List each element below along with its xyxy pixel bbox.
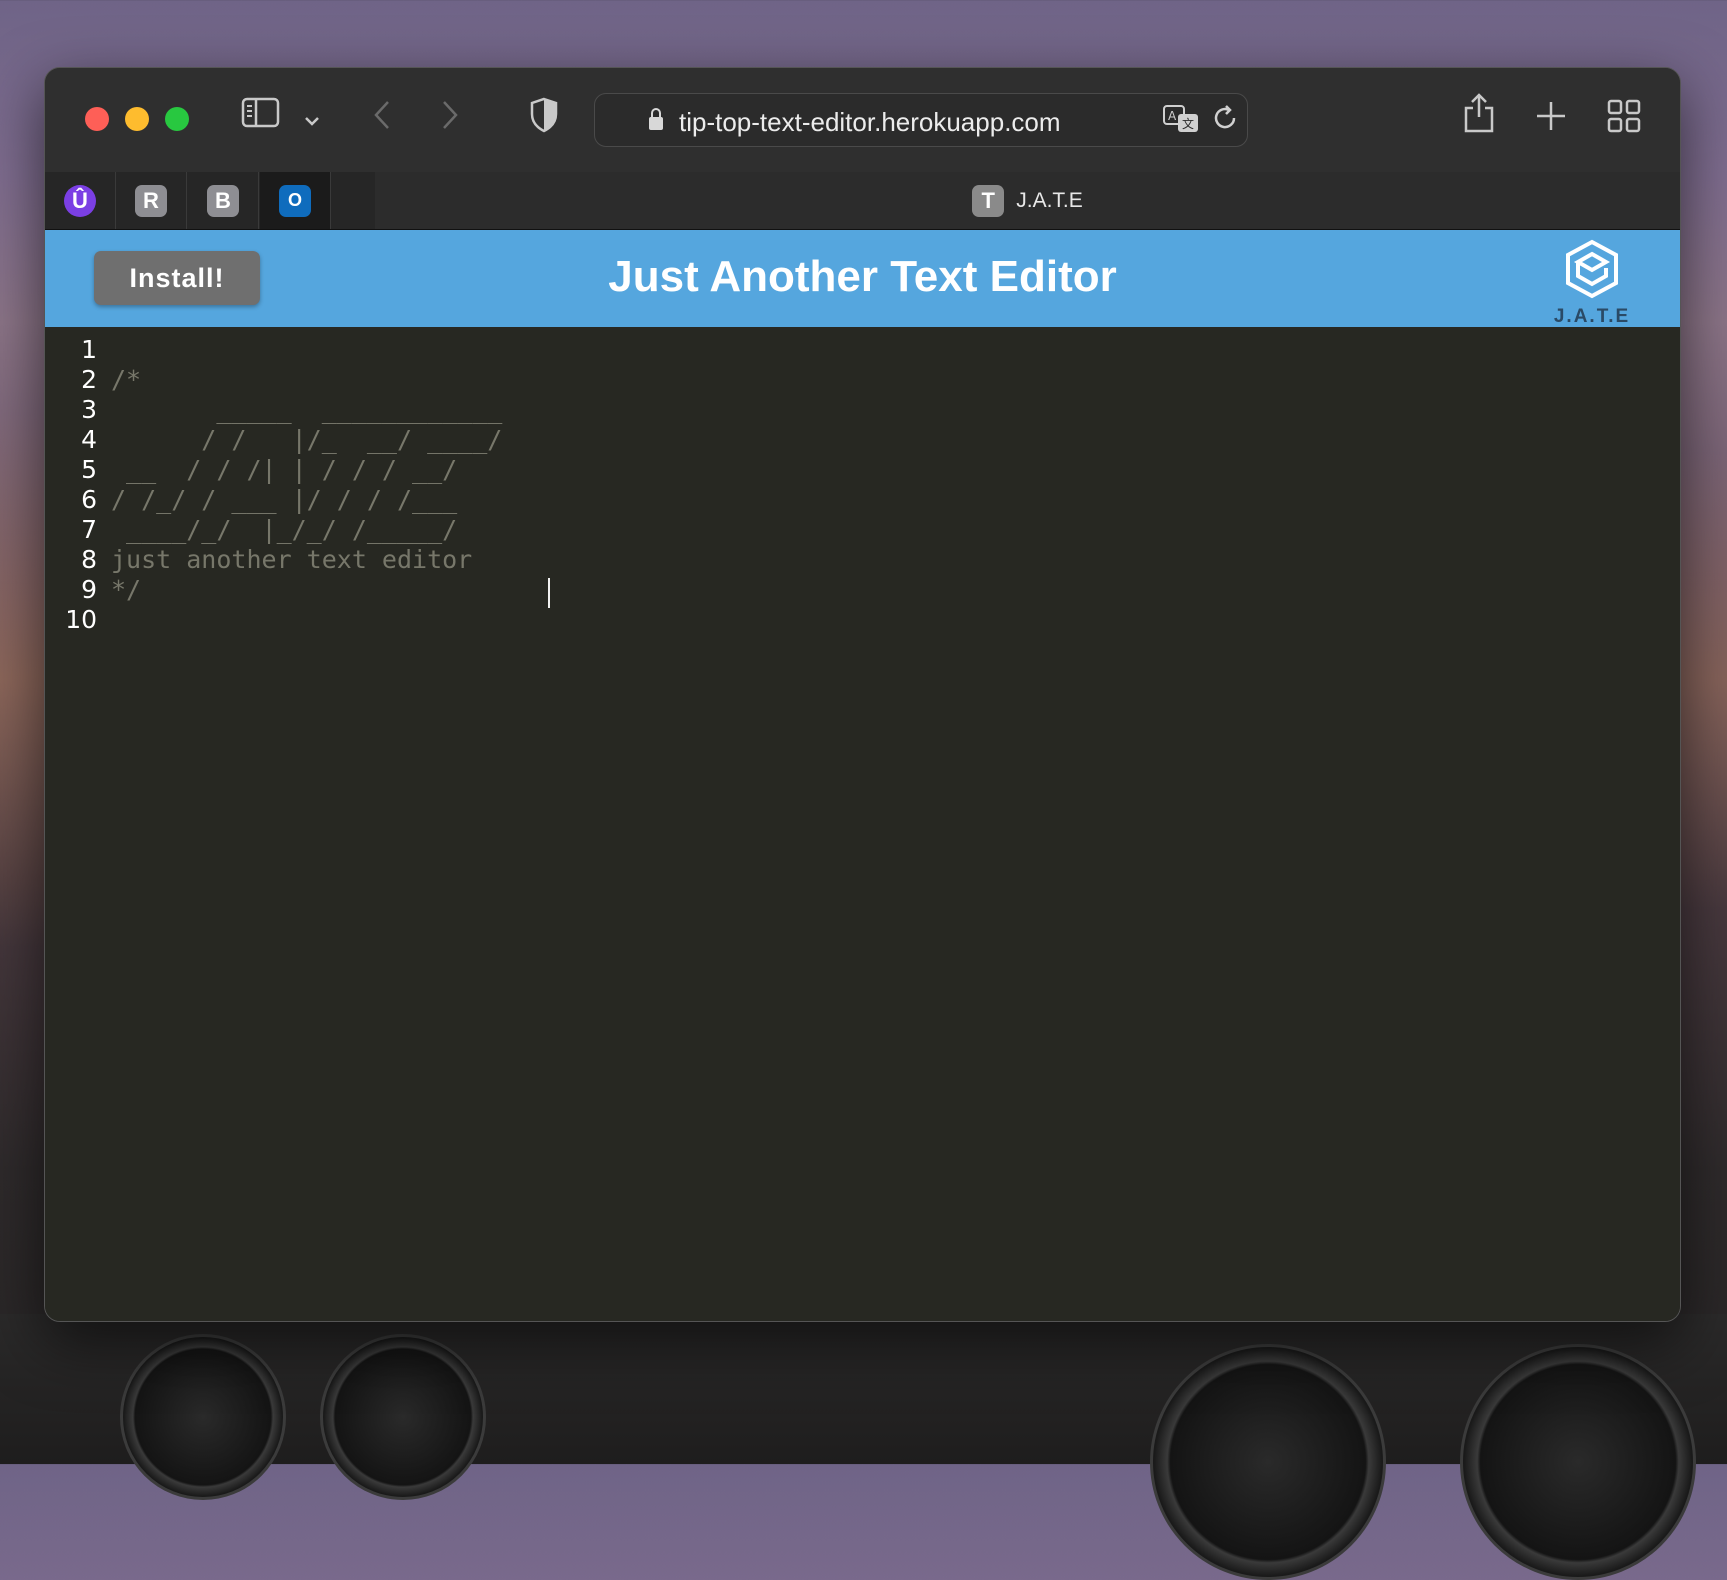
app-header: Install! Just Another Text Editor J.A.T.… bbox=[45, 230, 1680, 327]
line-code: ____/_/ |_/_/ /_____/ bbox=[111, 515, 458, 544]
line-code: / / |/_ __/ ____/ bbox=[111, 425, 503, 454]
gauge-decoration bbox=[120, 1334, 286, 1500]
line-number: 7 bbox=[81, 515, 97, 544]
address-bar[interactable]: tip-top-text-editor.herokuapp.com A文 bbox=[594, 93, 1248, 147]
app-title: Just Another Text Editor bbox=[608, 252, 1117, 301]
share-icon[interactable] bbox=[1462, 92, 1496, 140]
tab-title: J.A.T.E bbox=[1016, 188, 1083, 212]
r-favicon-icon: R bbox=[135, 184, 167, 217]
sidebar-toggle-icon[interactable] bbox=[241, 96, 281, 136]
line-number: 9 bbox=[81, 575, 97, 604]
pinned-tab-outlook[interactable]: O bbox=[260, 172, 331, 229]
udemy-favicon-icon: Û bbox=[64, 184, 96, 217]
active-tab[interactable]: T J.A.T.E bbox=[375, 172, 1680, 229]
line-number: 2 bbox=[81, 365, 97, 394]
jate-logo: J.A.T.E bbox=[1552, 238, 1632, 327]
new-tab-plus-icon[interactable] bbox=[1535, 100, 1567, 138]
text-cursor bbox=[548, 578, 550, 608]
svg-text:文: 文 bbox=[1182, 116, 1194, 131]
gauge-decoration bbox=[320, 1334, 486, 1500]
close-window-button[interactable] bbox=[85, 107, 109, 131]
logo-text: J.A.T.E bbox=[1553, 306, 1631, 327]
line-number: 5 bbox=[81, 455, 97, 484]
line-code: / /_/ / ___ |/ / / /___ bbox=[111, 485, 458, 514]
svg-text:A: A bbox=[1168, 109, 1177, 123]
pinned-tab-b[interactable]: B bbox=[188, 172, 259, 229]
gauge-decoration bbox=[1150, 1344, 1386, 1580]
translate-icon[interactable]: A文 bbox=[1162, 104, 1200, 140]
line-code: /* bbox=[111, 365, 142, 394]
pinned-tab-udemy[interactable]: Û bbox=[45, 172, 116, 229]
line-code: _____ ____________ bbox=[111, 395, 503, 424]
privacy-shield-icon[interactable] bbox=[529, 97, 559, 139]
line-number: 6 bbox=[81, 485, 97, 514]
minimize-window-button[interactable] bbox=[125, 107, 149, 131]
gauge-decoration bbox=[1460, 1344, 1696, 1580]
line-number: 10 bbox=[65, 605, 97, 634]
forward-arrow-icon[interactable] bbox=[438, 98, 462, 138]
line-code: __ / / /| | / / / __/ bbox=[111, 455, 458, 484]
browser-toolbar: tip-top-text-editor.herokuapp.com A文 bbox=[45, 68, 1680, 172]
chevron-down-icon[interactable] bbox=[303, 104, 321, 134]
code-editor[interactable]: 1 2 /* 3 _____ ____________ 4 / / |/_ __/… bbox=[45, 327, 1680, 1321]
line-number: 4 bbox=[81, 425, 97, 454]
line-number: 3 bbox=[81, 395, 97, 424]
line-code: */ bbox=[111, 575, 142, 604]
back-arrow-icon[interactable] bbox=[370, 98, 394, 138]
browser-window: tip-top-text-editor.herokuapp.com A文 Û R… bbox=[44, 67, 1681, 1322]
outlook-favicon-icon: O bbox=[279, 184, 311, 217]
zoom-window-button[interactable] bbox=[165, 107, 189, 131]
tab-bar: Û R B O T J.A.T.E bbox=[45, 172, 1680, 230]
pinned-tab-r[interactable]: R bbox=[116, 172, 187, 229]
reload-icon[interactable] bbox=[1213, 104, 1239, 139]
tab-overview-icon[interactable] bbox=[1607, 99, 1641, 139]
desktop-dashboard-background bbox=[0, 1314, 1727, 1580]
line-number: 8 bbox=[81, 545, 97, 574]
url-text: tip-top-text-editor.herokuapp.com bbox=[679, 107, 1061, 137]
lock-icon bbox=[649, 108, 663, 130]
line-number: 1 bbox=[81, 335, 97, 364]
hexagon-logo-icon bbox=[1566, 239, 1618, 299]
tab-favicon-icon: T bbox=[972, 184, 1005, 217]
b-favicon-icon: B bbox=[207, 184, 239, 217]
line-code: just another text editor bbox=[111, 545, 473, 574]
